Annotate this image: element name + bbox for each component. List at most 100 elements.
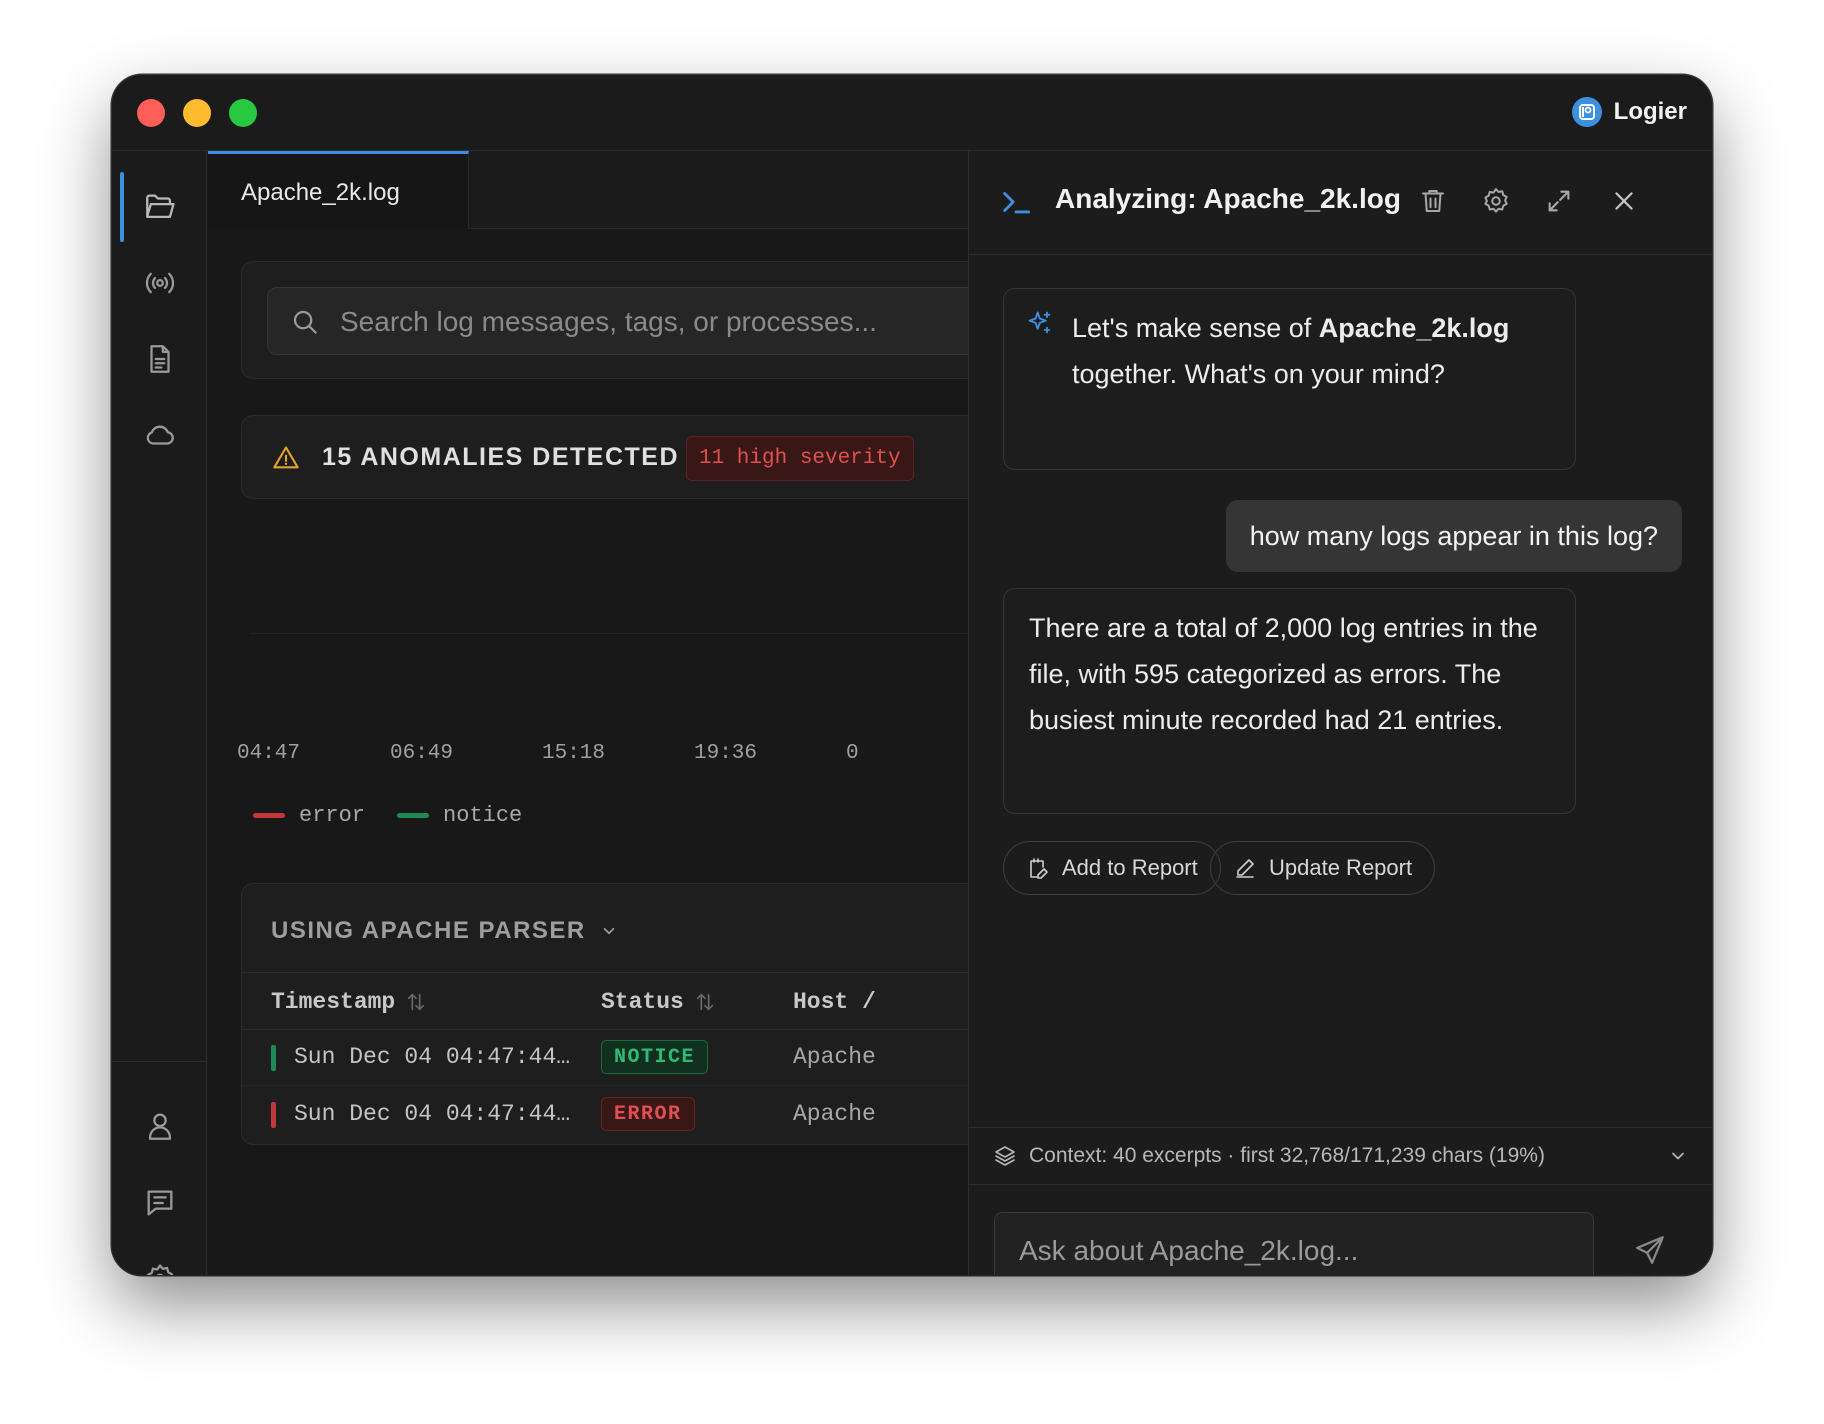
close-panel-button[interactable] <box>1604 181 1644 221</box>
legend-label-error: error <box>299 803 366 828</box>
tab-apache-log[interactable]: Apache_2k.log <box>208 151 469 229</box>
gear-icon <box>1484 188 1508 213</box>
column-header-status[interactable]: Status <box>601 989 716 1015</box>
cell-timestamp: Sun Dec 04 04:47:44… <box>294 1044 571 1070</box>
column-label-timestamp: Timestamp <box>271 989 396 1015</box>
cloud-icon <box>146 425 174 445</box>
document-icon <box>149 345 170 373</box>
app-window: Logier Apache_2k.log Search log messages… <box>112 75 1712 1275</box>
update-report-button[interactable]: Update Report <box>1210 841 1436 895</box>
add-to-report-button[interactable]: Add to Report <box>1003 841 1221 895</box>
chevron-down-icon <box>603 927 615 935</box>
title-bar: Logier <box>112 75 1712 151</box>
sidebar-item-documents[interactable] <box>112 319 207 399</box>
sort-icon <box>408 993 425 1011</box>
sidebar-divider <box>112 1061 207 1062</box>
x-tick-label: 0 <box>846 742 859 765</box>
log-view-panel: Apache_2k.log 15 ANOMALIES DETECTED 11 h… <box>208 151 968 1275</box>
severity-badge: 11 high severity <box>686 436 914 481</box>
logier-logo-icon <box>1571 97 1602 127</box>
send-button[interactable] <box>1629 1229 1671 1271</box>
sidebar-item-messages[interactable] <box>112 1163 207 1243</box>
status-badge: NOTICE <box>601 1040 709 1074</box>
cell-timestamp: Sun Dec 04 04:47:44… <box>294 1101 571 1127</box>
sidebar-item-settings[interactable] <box>112 1239 207 1275</box>
anomalies-title: 15 ANOMALIES DETECTED <box>322 443 680 471</box>
column-label-host: Host / <box>793 989 876 1015</box>
ask-input[interactable] <box>1019 1231 1569 1271</box>
pencil-icon <box>1236 859 1254 878</box>
sidebar <box>112 151 207 1275</box>
context-text: Context: 40 excerpts · first 32,768/171,… <box>1029 1144 1545 1167</box>
status-badge: ERROR <box>601 1097 695 1131</box>
legend-swatch-notice <box>397 813 430 818</box>
expand-panel-button[interactable] <box>1539 181 1579 221</box>
search-box <box>267 287 968 355</box>
sort-icon <box>696 993 713 1011</box>
gear-icon <box>146 1264 173 1275</box>
x-tick-label: 15:18 <box>542 742 605 765</box>
brand: Logier <box>1571 97 1687 127</box>
anomaly-chart-svg: 04:47 06:49 15:18 19:36 0 <box>237 633 968 765</box>
anomalies-card[interactable]: 15 ANOMALIES DETECTED 11 high severity <box>241 415 968 499</box>
assistant-header: Analyzing: Apache_2k.log <box>969 151 1712 255</box>
chevron-down-icon <box>1672 1152 1684 1160</box>
assistant-message-intro: Let's make sense of Apache_2k.log togeth… <box>1003 288 1576 470</box>
app-name: Logier <box>1613 98 1687 125</box>
close-icon <box>1615 192 1633 210</box>
row-level-indicator <box>271 1102 276 1128</box>
cell-host: Apache <box>793 1101 876 1127</box>
zoom-window-button[interactable] <box>229 99 257 127</box>
assistant-title: Analyzing: Apache_2k.log <box>1055 183 1401 214</box>
legend-item-error: error <box>253 803 365 828</box>
terminal-icon <box>1003 192 1031 214</box>
add-to-report-label: Add to Report <box>1062 855 1198 880</box>
notepad-edit-icon <box>1030 858 1048 879</box>
user-icon <box>148 1113 171 1140</box>
legend-swatch-error <box>253 813 285 818</box>
x-tick-label: 04:47 <box>237 742 300 765</box>
x-tick-label: 19:36 <box>694 742 757 765</box>
anomaly-chart: 04:47 06:49 15:18 19:36 0 <box>208 521 968 791</box>
sidebar-item-live[interactable] <box>112 243 207 323</box>
assistant-settings-button[interactable] <box>1476 181 1516 221</box>
minimize-window-button[interactable] <box>183 99 211 127</box>
layers-icon <box>995 1146 1015 1166</box>
warning-icon <box>273 446 299 469</box>
intro-text-end: together. What's on your mind? <box>1072 359 1445 389</box>
search-input[interactable] <box>340 302 940 342</box>
parser-label: USING APACHE PARSER <box>271 917 586 944</box>
send-icon <box>1636 1236 1664 1264</box>
broadcast-icon <box>145 272 174 294</box>
chat-icon <box>147 1190 172 1216</box>
expand-icon <box>1548 190 1570 212</box>
column-header-timestamp[interactable]: Timestamp <box>271 989 427 1015</box>
sidebar-item-account[interactable] <box>112 1086 207 1166</box>
sidebar-item-files[interactable] <box>112 167 207 247</box>
sparkle-icon <box>1028 311 1051 334</box>
legend-item-notice: notice <box>397 803 522 828</box>
cell-host: Apache <box>793 1044 876 1070</box>
assistant-panel: Analyzing: Apache_2k.log Let's make sens… <box>968 151 1712 1275</box>
tab-bar: Apache_2k.log <box>208 151 968 229</box>
table-row[interactable]: Sun Dec 04 04:47:44… ERROR Apache <box>242 1087 968 1143</box>
context-summary[interactable]: Context: 40 excerpts · first 32,768/171,… <box>969 1127 1712 1185</box>
column-header-host[interactable]: Host / <box>793 989 876 1015</box>
column-label-status: Status <box>601 989 684 1015</box>
delete-conversation-button[interactable] <box>1413 181 1453 221</box>
table-header: Timestamp Status Host / <box>242 972 968 1030</box>
intro-filename: Apache_2k.log <box>1318 313 1510 343</box>
search-card <box>241 261 968 379</box>
trash-icon <box>1422 190 1444 212</box>
ask-box <box>994 1212 1594 1275</box>
close-window-button[interactable] <box>137 99 165 127</box>
legend-label-notice: notice <box>443 803 523 828</box>
parser-selector[interactable]: USING APACHE PARSER <box>271 917 618 945</box>
table-row[interactable]: Sun Dec 04 04:47:44… NOTICE Apache <box>242 1030 968 1086</box>
x-tick-label: 06:49 <box>390 742 453 765</box>
row-level-indicator <box>271 1045 276 1071</box>
folder-open-icon <box>145 194 175 219</box>
sidebar-item-cloud[interactable] <box>112 395 207 475</box>
search-icon <box>293 310 317 334</box>
log-table-card: USING APACHE PARSER Timestamp Status Hos… <box>241 883 968 1145</box>
